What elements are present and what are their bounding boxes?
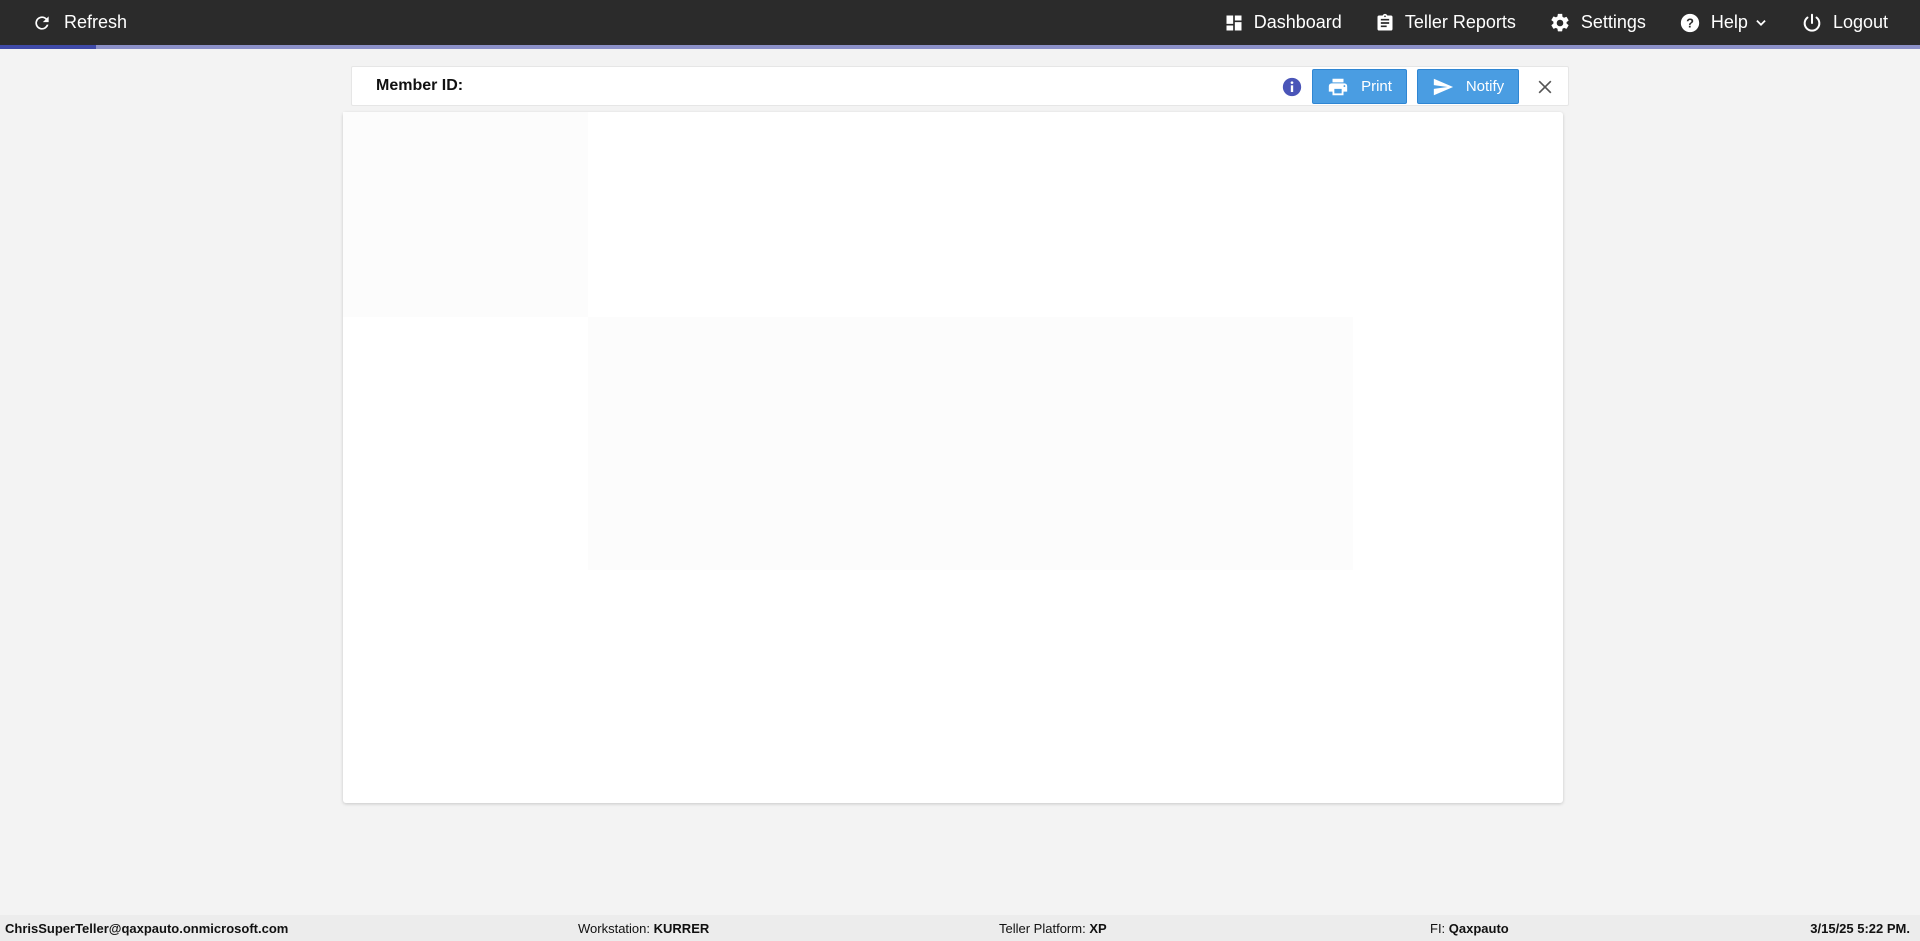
nav-dashboard-label: Dashboard [1253, 12, 1342, 32]
member-content-panel [343, 112, 1563, 803]
loading-placeholder [588, 317, 1353, 570]
nav-help-label: Help [1710, 12, 1748, 32]
chevron-down-icon [1754, 16, 1768, 30]
member-id-label: Member ID: [376, 77, 464, 94]
print-label: Print [1361, 78, 1392, 95]
gear-icon [1549, 12, 1571, 34]
member-toolbar: Member ID: Print Notify [351, 66, 1569, 106]
status-fi: FI: Qaxpauto [1430, 921, 1509, 936]
workstation-value: KURRER [653, 921, 710, 936]
printer-icon [1327, 76, 1349, 98]
info-icon[interactable] [1282, 77, 1302, 97]
help-icon: ? [1679, 12, 1701, 34]
send-icon [1432, 76, 1454, 98]
loading-placeholder [343, 112, 588, 317]
nav-settings[interactable]: Settings [1549, 12, 1646, 34]
workstation-label: Workstation: [578, 921, 651, 936]
teller-platform-value: XP [1089, 921, 1107, 936]
nav-dashboard[interactable]: Dashboard [1224, 12, 1342, 33]
nav-help[interactable]: ? Help [1679, 12, 1768, 34]
status-datetime: 3/15/25 5:22 PM. [1810, 921, 1910, 936]
fi-label: FI: [1430, 921, 1446, 936]
close-icon[interactable] [1535, 77, 1555, 97]
refresh-label: Refresh [64, 12, 128, 32]
svg-text:?: ? [1686, 15, 1694, 30]
nav-settings-label: Settings [1580, 12, 1646, 32]
notify-label: Notify [1465, 78, 1505, 95]
loading-progress-fill [0, 45, 96, 49]
nav-teller-reports-label: Teller Reports [1404, 12, 1516, 32]
refresh-button[interactable]: Refresh [32, 0, 127, 45]
nav-logout[interactable]: Logout [1801, 12, 1888, 34]
print-button[interactable]: Print [1312, 69, 1407, 104]
teller-platform-label: Teller Platform: [999, 921, 1086, 936]
fi-value: Qaxpauto [1448, 921, 1509, 936]
power-icon [1801, 12, 1823, 34]
dashboard-icon [1224, 13, 1244, 33]
top-navigation-bar: Refresh Dashboard Teller Reports Setting… [0, 0, 1920, 45]
status-teller-platform: Teller Platform: XP [999, 921, 1107, 936]
nav-logout-label: Logout [1832, 12, 1888, 32]
notify-button[interactable]: Notify [1417, 69, 1519, 104]
clipboard-icon [1375, 12, 1395, 34]
status-user: ChrisSuperTeller@qaxpauto.onmicrosoft.co… [5, 921, 289, 936]
status-workstation: Workstation: KURRER [578, 921, 709, 936]
nav-teller-reports[interactable]: Teller Reports [1375, 12, 1516, 34]
refresh-icon [32, 13, 52, 33]
status-bar: ChrisSuperTeller@qaxpauto.onmicrosoft.co… [0, 915, 1920, 941]
main-nav: Dashboard Teller Reports Settings ? Help [1224, 0, 1920, 45]
loading-progress-bar [0, 45, 1920, 49]
